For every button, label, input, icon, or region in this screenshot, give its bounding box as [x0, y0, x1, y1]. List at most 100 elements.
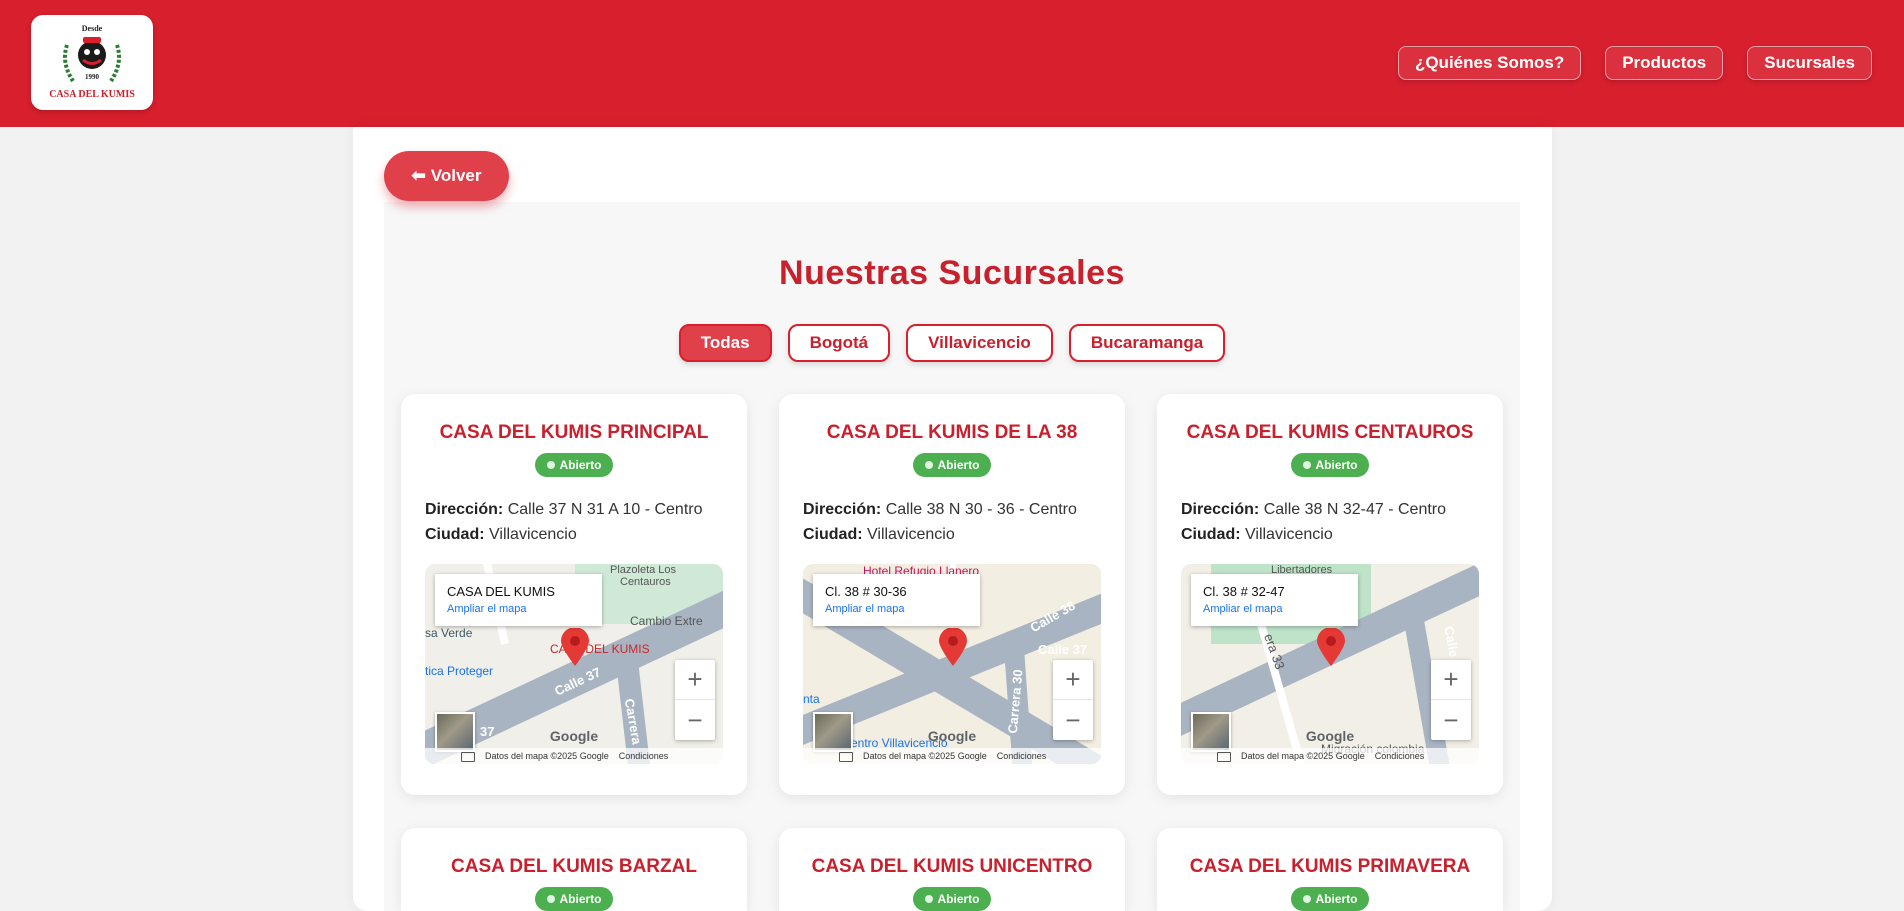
map-place-title: Cl. 38 # 30-36: [825, 584, 907, 599]
store-card: CASA DEL KUMIS DE LA 38 Abierto Direcció…: [779, 394, 1125, 795]
kumis-logo-icon: Desde 1990 CASA DEL KUMIS: [49, 24, 135, 100]
store-map[interactable]: Hotel Refugio Llanero Calle 38 Calle 37 …: [803, 564, 1101, 764]
google-logo: Google: [927, 728, 977, 744]
store-name: CASA DEL KUMIS PRIMAVERA: [1189, 856, 1471, 877]
nav-quienes-somos[interactable]: ¿Quiénes Somos?: [1397, 46, 1582, 80]
expand-map-link[interactable]: Ampliar el mapa: [825, 603, 968, 615]
page-title: Nuestras Sucursales: [779, 254, 1125, 292]
zoom-out-button[interactable]: −: [1053, 700, 1093, 740]
zoom-out-button[interactable]: −: [675, 700, 715, 740]
attribution-text: Datos del mapa ©2025 Google: [1241, 751, 1365, 761]
status-label: Abierto: [1315, 458, 1358, 472]
map-pin-icon[interactable]: [939, 628, 967, 666]
status-badge: Abierto: [535, 453, 613, 477]
status-badge: Abierto: [535, 887, 613, 911]
map-zoom-controls: + −: [675, 660, 715, 740]
city-label: Ciudad:: [803, 526, 863, 543]
zoom-out-button[interactable]: −: [1431, 700, 1471, 740]
filter-todas[interactable]: Todas: [678, 324, 772, 362]
nav-sucursales[interactable]: Sucursales: [1747, 46, 1872, 80]
status-badge: Abierto: [913, 887, 991, 911]
map-label: Cambio Extre: [630, 614, 703, 628]
map-pin-icon[interactable]: [561, 628, 589, 666]
store-card: CASA DEL KUMIS PRIMAVERA Abierto: [1157, 828, 1503, 911]
filter-bucaramanga[interactable]: Bucaramanga: [1068, 324, 1226, 362]
logo-year: 1990: [85, 73, 100, 81]
store-info: Dirección: Calle 38 N 32-47 - Centro Ciu…: [1157, 497, 1503, 547]
store-info: Dirección: Calle 37 N 31 A 10 - Centro C…: [401, 497, 747, 547]
store-name: CASA DEL KUMIS DE LA 38: [826, 422, 1078, 443]
zoom-in-button[interactable]: +: [675, 660, 715, 700]
map-road-label: 37: [480, 724, 495, 739]
status-dot-icon: [546, 461, 555, 469]
store-card: CASA DEL KUMIS UNICENTRO Abierto: [779, 828, 1125, 911]
status-dot-icon: [1302, 461, 1311, 469]
map-zoom-controls: + −: [1431, 660, 1471, 740]
map-popup: Cl. 38 # 32-47 Ampliar el mapa: [1191, 574, 1358, 626]
store-address: Calle 38 N 30 - 36 - Centro: [885, 501, 1077, 518]
store-map[interactable]: Libertadores Calle era 33 Migración colo…: [1181, 564, 1479, 764]
satellite-toggle[interactable]: [435, 712, 475, 752]
attribution-text: Datos del mapa ©2025 Google: [863, 751, 987, 761]
map-pin-icon[interactable]: [1317, 628, 1345, 666]
status-dot-icon: [924, 895, 933, 903]
zoom-in-button[interactable]: +: [1431, 660, 1471, 700]
store-card: CASA DEL KUMIS PRINCIPAL Abierto Direcci…: [401, 394, 747, 795]
keyboard-icon[interactable]: [839, 752, 853, 762]
keyboard-icon[interactable]: [1217, 752, 1231, 762]
store-map[interactable]: CASA DEL KUMIS sa Verde tica Proteger Ca…: [425, 564, 723, 764]
satellite-toggle[interactable]: [1191, 712, 1231, 752]
store-name: CASA DEL KUMIS UNICENTRO: [811, 856, 1093, 877]
expand-map-link[interactable]: Ampliar el mapa: [447, 603, 590, 615]
address-label: Dirección:: [1181, 501, 1260, 518]
main-nav: ¿Quiénes Somos? Productos Sucursales: [1397, 46, 1872, 80]
terms-link[interactable]: Condiciones: [997, 751, 1047, 761]
status-label: Abierto: [937, 892, 980, 906]
satellite-toggle[interactable]: [813, 712, 853, 752]
store-card: CASA DEL KUMIS BARZAL Abierto: [401, 828, 747, 911]
arrow-left-icon: ⬅: [411, 166, 426, 185]
store-city: Villavicencio: [489, 526, 577, 543]
address-label: Dirección:: [425, 501, 504, 518]
site-header: Desde 1990 CASA DEL KUMIS ¿Quiénes Somos…: [0, 0, 1904, 127]
status-label: Abierto: [937, 458, 980, 472]
zoom-in-button[interactable]: +: [1053, 660, 1093, 700]
city-filters: Todas Bogotá Villavicencio Bucaramanga: [384, 324, 1520, 362]
status-label: Abierto: [1315, 892, 1358, 906]
status-label: Abierto: [559, 892, 602, 906]
status-badge: Abierto: [1291, 887, 1369, 911]
store-info: Dirección: Calle 38 N 30 - 36 - Centro C…: [779, 497, 1125, 547]
terms-link[interactable]: Condiciones: [1375, 751, 1425, 761]
back-label: Volver: [430, 166, 482, 185]
terms-link[interactable]: Condiciones: [619, 751, 669, 761]
filter-villavicencio[interactable]: Villavicencio: [906, 324, 1053, 362]
status-dot-icon: [546, 895, 555, 903]
filter-bogota[interactable]: Bogotá: [787, 324, 891, 362]
map-road-label: Calle 37: [1038, 642, 1088, 657]
store-card: CASA DEL KUMIS CENTAUROS Abierto Direcci…: [1157, 394, 1503, 795]
map-popup: Cl. 38 # 30-36 Ampliar el mapa: [813, 574, 980, 626]
map-label: tica Proteger: [425, 664, 494, 678]
keyboard-icon[interactable]: [461, 752, 475, 762]
status-badge: Abierto: [913, 453, 991, 477]
status-dot-icon: [1302, 895, 1311, 903]
map-place-title: Cl. 38 # 32-47: [1203, 584, 1285, 599]
attribution-text: Datos del mapa ©2025 Google: [485, 751, 609, 761]
google-logo: Google: [1305, 728, 1355, 744]
map-label: Plazoleta Los: [610, 564, 677, 576]
store-name: CASA DEL KUMIS BARZAL: [451, 856, 697, 877]
status-dot-icon: [924, 461, 933, 469]
expand-map-link[interactable]: Ampliar el mapa: [1203, 603, 1346, 615]
store-city: Villavicencio: [1245, 526, 1333, 543]
google-logo: Google: [549, 728, 599, 744]
city-label: Ciudad:: [1181, 526, 1241, 543]
store-address: Calle 37 N 31 A 10 - Centro: [507, 501, 703, 518]
logo[interactable]: Desde 1990 CASA DEL KUMIS: [31, 15, 153, 110]
back-button[interactable]: ⬅ Volver: [384, 151, 509, 201]
map-zoom-controls: + −: [1053, 660, 1093, 740]
nav-productos[interactable]: Productos: [1605, 46, 1724, 80]
store-name: CASA DEL KUMIS CENTAUROS: [1186, 422, 1474, 443]
status-badge: Abierto: [1291, 453, 1369, 477]
address-label: Dirección:: [803, 501, 882, 518]
logo-desde: Desde: [82, 24, 103, 33]
